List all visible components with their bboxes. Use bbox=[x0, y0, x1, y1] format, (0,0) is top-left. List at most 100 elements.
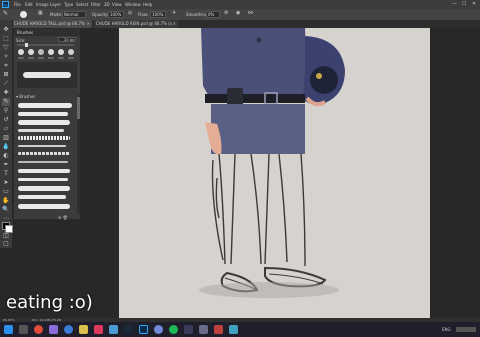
language-indicator[interactable]: ENG bbox=[442, 327, 451, 332]
menu-file[interactable]: File bbox=[14, 2, 21, 7]
opacity-field[interactable]: 100% bbox=[108, 11, 124, 18]
minimize-button[interactable]: — bbox=[452, 1, 457, 7]
brush-size-slider-thumb[interactable] bbox=[25, 43, 28, 47]
menu-help[interactable]: Help bbox=[143, 2, 152, 7]
brush-tip[interactable] bbox=[58, 49, 64, 55]
tab-document-1[interactable]: CHUDE HAROLD TALL.psd @ 66.7% (sketch, R… bbox=[12, 20, 92, 28]
smoothing-field[interactable]: 0% bbox=[206, 11, 220, 18]
brush-preset-stroke[interactable] bbox=[18, 103, 72, 108]
mode-select[interactable]: Normal bbox=[62, 11, 86, 18]
brush-size-slider[interactable] bbox=[17, 43, 75, 47]
brush-tool-icon[interactable]: ✎ bbox=[3, 11, 8, 17]
store-icon[interactable] bbox=[79, 325, 88, 334]
app-icon[interactable] bbox=[229, 325, 238, 334]
discord-icon[interactable] bbox=[154, 325, 163, 334]
close-window-button[interactable]: ✕ bbox=[472, 1, 476, 7]
clone-stamp-tool-icon[interactable]: ⚲ bbox=[2, 107, 10, 115]
screen-mode-icon[interactable]: ▢ bbox=[2, 240, 10, 248]
delete-brush-icon[interactable]: 🗑 bbox=[63, 215, 68, 220]
brush-tip[interactable] bbox=[18, 49, 24, 55]
brush-tool-icon[interactable]: ✎ bbox=[2, 98, 10, 106]
brush-preset-stroke[interactable] bbox=[18, 120, 70, 125]
crop-tool-icon[interactable]: ⌗ bbox=[2, 62, 10, 70]
edge-icon[interactable] bbox=[49, 325, 58, 334]
menu-filter[interactable]: Filter bbox=[91, 2, 101, 7]
photoshop-app-icon[interactable]: Ps bbox=[2, 1, 9, 8]
brush-tip[interactable] bbox=[68, 49, 74, 55]
healing-tool-icon[interactable]: ✚ bbox=[2, 89, 10, 97]
clock[interactable] bbox=[456, 327, 476, 332]
hand-tool-icon[interactable]: ✋ bbox=[2, 197, 10, 205]
app-icon[interactable] bbox=[184, 325, 193, 334]
marquee-tool-icon[interactable]: ⬚ bbox=[2, 35, 10, 43]
close-tab-icon[interactable]: × bbox=[173, 20, 176, 28]
close-tab-icon[interactable]: × bbox=[87, 20, 90, 28]
tab-document-2[interactable]: CHUDE HAROLD REIN.psd @ 66.7% (sketch, R… bbox=[94, 20, 178, 28]
menu-type[interactable]: Type bbox=[64, 2, 73, 7]
menu-view[interactable]: View bbox=[112, 2, 122, 7]
files-icon[interactable] bbox=[64, 325, 73, 334]
windows-start-icon[interactable] bbox=[4, 325, 13, 334]
flow-field[interactable]: 100% bbox=[150, 11, 166, 18]
eyedropper-tool-icon[interactable]: ⟋ bbox=[2, 80, 10, 88]
brush-preset-stroke[interactable] bbox=[18, 161, 68, 163]
brush-tip[interactable] bbox=[38, 49, 44, 55]
smoothing-settings-icon[interactable]: ⚙ bbox=[224, 11, 228, 16]
move-tool-icon[interactable]: ✥ bbox=[2, 26, 10, 34]
chrome-icon[interactable] bbox=[34, 325, 43, 334]
zoom-tool-icon[interactable]: 🔍 bbox=[2, 206, 10, 214]
brush-list-scrollbar[interactable] bbox=[77, 95, 80, 215]
menu-select[interactable]: Select bbox=[76, 2, 88, 7]
steam-icon[interactable] bbox=[124, 325, 133, 334]
app-icon[interactable] bbox=[214, 325, 223, 334]
brush-preset-stroke[interactable] bbox=[18, 152, 70, 155]
type-tool-icon[interactable]: T bbox=[2, 170, 10, 178]
menu-window[interactable]: Window bbox=[125, 2, 141, 7]
brush-preset-stroke[interactable] bbox=[18, 195, 66, 199]
search-icon[interactable] bbox=[19, 325, 28, 334]
frame-tool-icon[interactable]: ⊠ bbox=[2, 71, 10, 79]
app-icon[interactable] bbox=[109, 325, 118, 334]
app-icon[interactable] bbox=[199, 325, 208, 334]
brush-preset-stroke[interactable] bbox=[18, 186, 70, 191]
lasso-tool-icon[interactable]: ➰ bbox=[2, 44, 10, 52]
brush-preset-stroke[interactable] bbox=[18, 136, 70, 140]
quick-select-tool-icon[interactable]: ✧ bbox=[2, 53, 10, 61]
menu-layer[interactable]: Layer bbox=[50, 2, 61, 7]
pressure-opacity-icon[interactable]: ◎ bbox=[128, 11, 132, 16]
pressure-size-icon[interactable]: ◉ bbox=[236, 11, 240, 16]
scrollbar-thumb[interactable] bbox=[77, 97, 80, 119]
brush-preset-stroke[interactable] bbox=[18, 129, 64, 132]
menu-image[interactable]: Image bbox=[36, 2, 49, 7]
eraser-tool-icon[interactable]: ▱ bbox=[2, 125, 10, 133]
mail-icon[interactable] bbox=[94, 325, 103, 334]
dodge-tool-icon[interactable]: ◐ bbox=[2, 152, 10, 160]
canvas[interactable] bbox=[119, 28, 430, 318]
brush-folder-label[interactable]: ▾ Brushes bbox=[16, 94, 35, 99]
pen-tool-icon[interactable]: ✒ bbox=[2, 161, 10, 169]
menu-edit[interactable]: Edit bbox=[25, 2, 33, 7]
photoshop-taskbar-icon[interactable] bbox=[139, 325, 148, 334]
blur-tool-icon[interactable]: 💧 bbox=[2, 143, 10, 151]
brush-size-field[interactable]: 20 px bbox=[58, 37, 76, 42]
brush-tip[interactable] bbox=[28, 49, 34, 55]
history-brush-tool-icon[interactable]: ↺ bbox=[2, 116, 10, 124]
shape-tool-icon[interactable]: ▭ bbox=[2, 188, 10, 196]
brush-preset-stroke[interactable] bbox=[18, 169, 70, 173]
brush-tip[interactable] bbox=[48, 49, 54, 55]
airbrush-icon[interactable]: ✈ bbox=[172, 11, 176, 16]
quick-mask-icon[interactable]: ◫ bbox=[2, 232, 10, 240]
brush-preset-stroke[interactable] bbox=[18, 204, 70, 209]
brush-preset-icon[interactable] bbox=[20, 11, 27, 18]
brush-settings-icon[interactable]: ▦ bbox=[38, 11, 43, 16]
brush-preset-stroke[interactable] bbox=[18, 112, 68, 116]
gradient-tool-icon[interactable]: ▥ bbox=[2, 134, 10, 142]
menu-3d[interactable]: 3D bbox=[104, 2, 110, 7]
new-brush-icon[interactable]: ⊞ bbox=[58, 215, 61, 220]
path-select-tool-icon[interactable]: ➤ bbox=[2, 179, 10, 187]
brush-preset-stroke[interactable] bbox=[18, 178, 68, 181]
maximize-button[interactable]: ☐ bbox=[462, 1, 466, 7]
spotify-icon[interactable] bbox=[169, 325, 178, 334]
brush-preset-stroke[interactable] bbox=[18, 145, 66, 147]
symmetry-icon[interactable]: ⋈ bbox=[248, 11, 253, 16]
